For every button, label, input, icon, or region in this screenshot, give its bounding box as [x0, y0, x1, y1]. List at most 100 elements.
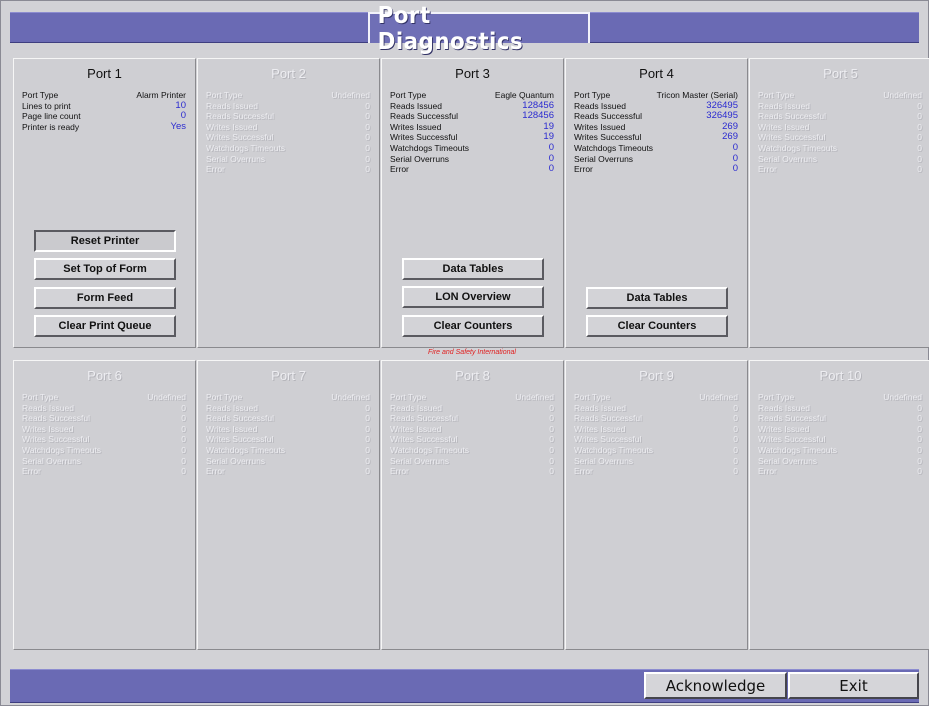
stat-label: Error: [574, 164, 593, 175]
port-panel-3: Port 3 Port Type Eagle Quantum Reads Issued…: [381, 58, 564, 348]
stat-value: 0: [549, 434, 554, 445]
port-title: Port 1: [87, 66, 122, 81]
stat-label: Writes Successful: [390, 434, 458, 445]
stat-row: Port Type Undefined: [206, 392, 370, 403]
stat-value: 0: [365, 423, 370, 434]
stat-label: Writes Successful: [758, 434, 826, 445]
stat-label: Page line count: [22, 111, 81, 122]
stat-label: Reads Issued: [758, 402, 810, 413]
stat-label: Reads Issued: [206, 100, 258, 111]
clear-counters-button[interactable]: Clear Counters: [586, 315, 728, 337]
stat-label: Watchdogs Timeouts: [22, 444, 102, 455]
stat-row: Serial Overruns 0: [390, 456, 554, 467]
stat-label: Port Type: [22, 90, 59, 100]
stat-value: 0: [365, 466, 370, 477]
stat-value: 0: [181, 466, 186, 477]
stat-label: Reads Successful: [206, 111, 275, 122]
port-title: Port 7: [271, 368, 306, 383]
stat-value: 0: [917, 142, 922, 153]
stat-value: Undefined: [147, 392, 186, 402]
stat-row: Error 0: [206, 466, 370, 477]
stat-row: Printer is ready Yes: [22, 121, 186, 133]
stat-value: 0: [917, 444, 922, 455]
stat-value: 0: [733, 413, 738, 424]
port-panel-10: Port 10 Port Type Undefined Reads Issued 0 Re…: [749, 360, 929, 650]
data-tables-button[interactable]: Data Tables: [586, 287, 728, 309]
port-panel-8: Port 8 Port Type Undefined Reads Issued 0 Rea…: [381, 360, 564, 650]
stat-value: 0: [365, 164, 370, 175]
stat-value: Undefined: [331, 90, 370, 100]
exit-button[interactable]: Exit: [788, 672, 919, 699]
port-panel-4: Port 4 Port Type Tricon Master (Serial) Rea…: [565, 58, 748, 348]
stat-label: Serial Overruns: [574, 153, 634, 164]
footer-credit: Fire and Safety International: [428, 349, 516, 356]
stat-row: Writes Issued 0: [206, 424, 370, 435]
stat-label: Reads Issued: [574, 100, 626, 111]
stat-value: Undefined: [883, 90, 922, 100]
stat-label: Serial Overruns: [758, 455, 818, 466]
form-feed-button[interactable]: Form Feed: [34, 287, 176, 309]
stat-value: 0: [365, 434, 370, 445]
port-title: Port 6: [87, 368, 122, 383]
stat-value: Undefined: [699, 392, 738, 402]
port-stats: Port Type Undefined Reads Issued 0 Reads Suc…: [758, 392, 922, 477]
stat-label: Writes Successful: [206, 434, 274, 445]
data-tables-button[interactable]: Data Tables: [402, 258, 544, 280]
stat-value: 0: [365, 132, 370, 143]
stat-row: Watchdogs Timeouts 0: [206, 445, 370, 456]
reset-printer-button[interactable]: Reset Printer: [34, 230, 176, 252]
stat-label: Reads Issued: [390, 402, 442, 413]
stat-row: Error 0: [22, 466, 186, 477]
stat-label: Serial Overruns: [206, 455, 266, 466]
stat-row: Reads Issued 0: [758, 101, 922, 112]
stat-label: Port Type: [390, 90, 427, 100]
stat-row: Reads Issued 0: [22, 403, 186, 414]
stat-value: 0: [917, 413, 922, 424]
port-title: Port 2: [271, 66, 306, 81]
lon-overview-button[interactable]: LON Overview: [402, 286, 544, 308]
stat-row: Error 0: [206, 164, 370, 175]
stat-value: Undefined: [883, 392, 922, 402]
stat-label: Error: [22, 466, 41, 477]
clear-counters-button[interactable]: Clear Counters: [402, 315, 544, 337]
stat-row: Port Type Tricon Master (Serial): [574, 90, 738, 101]
stat-row: Watchdogs Timeouts 0: [390, 445, 554, 456]
stat-value: 0: [181, 455, 186, 466]
stat-label: Writes Issued: [390, 121, 442, 132]
stat-label: Reads Successful: [574, 413, 643, 424]
stat-row: Writes Successful 0: [758, 132, 922, 143]
title-box: Port Diagnostics: [368, 3, 590, 55]
stat-label: Watchdogs Timeouts: [206, 444, 286, 455]
stat-value: Alarm Printer: [136, 90, 186, 100]
set-top-of-form-button[interactable]: Set Top of Form: [34, 258, 176, 280]
stat-value: 0: [917, 423, 922, 434]
stat-label: Printer is ready: [22, 121, 80, 132]
stat-row: Writes Successful 0: [390, 434, 554, 445]
stat-label: Port Type: [22, 392, 59, 402]
stat-value: 0: [181, 434, 186, 445]
stat-value: 0: [917, 132, 922, 143]
stat-row: Port Type Undefined: [22, 392, 186, 403]
clear-print-queue-button[interactable]: Clear Print Queue: [34, 315, 176, 337]
stat-row: Port Type Undefined: [758, 90, 922, 101]
stat-row: Lines to print 10: [22, 100, 186, 112]
stat-row: Watchdogs Timeouts 0: [758, 143, 922, 154]
bottom-bar: Acknowledge Exit: [10, 669, 919, 703]
page-title: Port Diagnostics: [377, 2, 524, 55]
stat-value: 0: [917, 402, 922, 413]
stat-value: 0: [917, 111, 922, 122]
stat-label: Writes Issued: [574, 121, 626, 132]
port-stats: Port Type Tricon Master (Serial) Reads Iss…: [574, 90, 738, 175]
acknowledge-button[interactable]: Acknowledge: [644, 672, 787, 699]
stat-label: Writes Issued: [574, 423, 626, 434]
stat-row: Watchdogs Timeouts 0: [22, 445, 186, 456]
port-panel-6: Port 6 Port Type Undefined Reads Issued 0 Rea…: [13, 360, 196, 650]
stat-label: Error: [206, 466, 225, 477]
stat-value: 0: [549, 402, 554, 413]
port-title: Port 10: [819, 368, 862, 383]
port-title: Port 8: [455, 368, 490, 383]
stat-value: Tricon Master (Serial): [656, 90, 738, 100]
port-title: Port 5: [823, 66, 858, 81]
stat-label: Port Type: [206, 392, 243, 402]
stat-row: Writes Issued 0: [758, 122, 922, 133]
